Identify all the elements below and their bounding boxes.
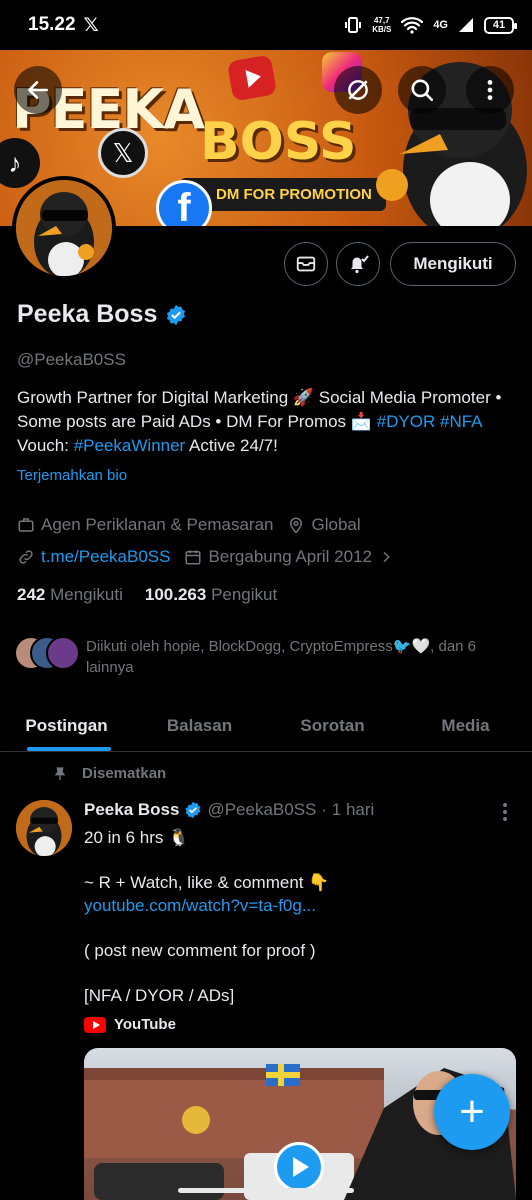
grok-icon [348, 80, 368, 100]
hashtag-link[interactable]: #PeekaWinner [74, 436, 186, 455]
post-author-handle: @PeekaB0SS [207, 800, 317, 819]
follow-counts: 242 Mengikuti 100.263 Pengikut [17, 585, 277, 605]
translate-bio-link[interactable]: Terjemahkan bio [17, 467, 127, 484]
chevron-right-icon [383, 551, 390, 563]
penguin-avatar-icon [16, 180, 112, 276]
tab-media[interactable]: Media [399, 700, 532, 751]
verified-badge-icon [186, 801, 201, 819]
profile-handle: @PeekaB0SS [17, 350, 126, 369]
post-more-button[interactable] [498, 802, 512, 827]
profile-name: Peeka Boss [17, 300, 158, 328]
verified-badge-icon[interactable] [165, 304, 187, 326]
grok-button[interactable] [334, 66, 382, 114]
tiktok-icon: ♪ [0, 138, 40, 188]
profile-category: Agen Periklanan & Pemasaran [41, 515, 274, 534]
tab-highlights[interactable]: Sorotan [266, 700, 399, 751]
youtube-icon [84, 1016, 106, 1033]
following-count-link[interactable]: 242 Mengikuti [17, 585, 123, 605]
followers-count-link[interactable]: 100.263 Pengikut [145, 585, 277, 605]
home-indicator[interactable] [178, 1188, 354, 1193]
link-card-source: YouTube [84, 1016, 176, 1033]
network-type: 4G [433, 19, 448, 31]
back-button[interactable] [14, 66, 62, 114]
message-button[interactable] [284, 242, 328, 286]
more-button[interactable] [466, 66, 514, 114]
profile-tabs: Postingan Balasan Sorotan Media [0, 700, 532, 752]
net-speed: 47,7 KB/S [372, 16, 392, 34]
location-pin-icon [290, 517, 303, 534]
bell-check-icon [351, 255, 369, 274]
profile-website-link[interactable]: t.me/PeekaB0SS [41, 547, 170, 567]
penguin-avatar-icon [16, 800, 72, 856]
profile-bio: Growth Partner for Digital Marketing 🚀 S… [17, 388, 502, 455]
signal-icon [459, 18, 473, 32]
play-button[interactable] [274, 1142, 324, 1192]
post-time: · 1 hari [321, 800, 375, 819]
status-bar: 15.22 𝕏 47,7 KB/S 4G 41 [0, 0, 532, 50]
profile-meta-row: Agen Periklanan & Pemasaran Global [17, 515, 361, 535]
more-vertical-icon [487, 80, 493, 100]
profile-meta-row: t.me/PeekaB0SS Bergabung April 2012 [17, 547, 394, 567]
mail-icon [296, 256, 316, 272]
compose-post-button[interactable]: + [434, 1074, 510, 1150]
notification-button[interactable] [336, 242, 380, 286]
pinned-label: Disematkan [52, 765, 166, 782]
hashtag-link[interactable]: #NFA [440, 412, 483, 431]
post-link[interactable]: youtube.com/watch?v=ta-f0g... [84, 894, 524, 917]
tab-replies[interactable]: Balasan [133, 700, 266, 751]
arrow-left-icon [28, 81, 48, 99]
search-button[interactable] [398, 66, 446, 114]
avatar[interactable] [12, 176, 116, 280]
post-avatar[interactable] [16, 800, 72, 856]
youtube-icon [226, 54, 278, 102]
avatar [46, 636, 80, 670]
banner-subtitle: BOSS [200, 112, 357, 172]
x-logo-icon: 𝕏 [98, 128, 148, 178]
battery-icon: 41 [484, 16, 517, 34]
followed-by[interactable]: Diikuti oleh hopie, BlockDogg, CryptoEmp… [14, 636, 506, 678]
briefcase-icon [18, 518, 34, 532]
more-vertical-icon [503, 803, 507, 821]
search-icon [411, 79, 434, 102]
clock: 15.22 [28, 14, 76, 35]
wifi-icon [401, 17, 424, 34]
post-header: Peeka Boss @PeekaB0SS · 1 hari [84, 800, 374, 820]
link-icon [19, 550, 33, 564]
hashtag-link[interactable]: #DYOR [377, 412, 436, 431]
x-logo-icon: 𝕏 [83, 14, 99, 36]
profile-name-row: Peeka Boss [17, 300, 187, 329]
following-button[interactable]: Mengikuti [390, 242, 516, 286]
vibrate-icon [345, 17, 362, 33]
profile-location: Global [311, 515, 361, 534]
tab-posts[interactable]: Postingan [0, 700, 133, 751]
profile-joined: Bergabung April 2012 [208, 547, 372, 566]
post-author-name[interactable]: Peeka Boss [84, 800, 179, 820]
pin-icon [54, 766, 66, 780]
followed-by-text: Diikuti oleh hopie, BlockDogg, CryptoEmp… [86, 638, 477, 676]
post-text: 20 in 6 hrs 🐧 ~ R + Watch, like & commen… [84, 826, 524, 1007]
calendar-icon [185, 550, 201, 565]
